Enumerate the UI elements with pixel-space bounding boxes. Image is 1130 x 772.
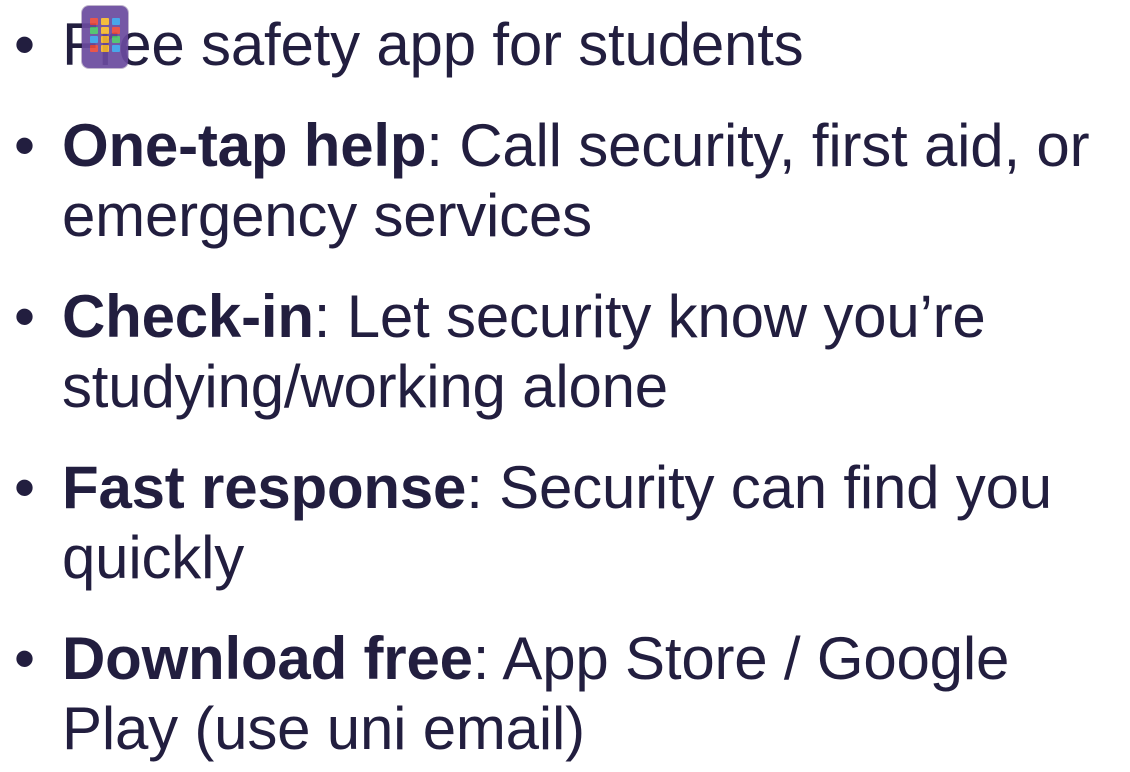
bullet-list: • Free safety app for students • One-tap… [0, 10, 1130, 764]
app-icon-tile [101, 27, 109, 34]
app-icon-tile [112, 18, 120, 25]
bullet-marker: • [14, 625, 35, 692]
bullet-heading: One-tap help [62, 112, 427, 179]
bullet-heading: Download free [62, 625, 473, 692]
bullet-item: • Download free: App Store / Google Play… [0, 624, 1130, 764]
app-icon-grid [90, 18, 120, 54]
bullet-marker: • [14, 112, 35, 179]
app-icon-tile [90, 36, 98, 43]
app-icon-tile [112, 27, 120, 34]
app-icon-tile [101, 18, 109, 25]
bullet-item: • Free safety app for students [0, 10, 1130, 80]
bullet-heading: Fast response [62, 454, 467, 521]
app-icon-tile [90, 27, 98, 34]
app-icon-tile [101, 45, 109, 52]
bullet-item: • Fast response: Security can find you q… [0, 453, 1130, 593]
app-icon-tile [101, 36, 109, 43]
bullet-item: • One-tap help: Call security, first aid… [0, 111, 1130, 251]
bullet-separator: : [472, 625, 503, 692]
app-launcher-icon[interactable] [82, 6, 128, 68]
bullet-marker: • [14, 454, 35, 521]
bullet-marker: • [14, 283, 35, 350]
app-icon-tile [112, 36, 120, 43]
bullet-separator: : [466, 454, 500, 521]
bullet-heading: Check-in [62, 283, 314, 350]
app-icon-tile [112, 45, 120, 52]
bullet-separator: : [313, 283, 347, 350]
bullet-item: • Check-in: Let security know you’re stu… [0, 282, 1130, 422]
bullet-separator: : [426, 112, 460, 179]
app-icon-tile [90, 45, 98, 52]
bullet-marker: • [14, 11, 35, 78]
bullet-text: Free safety app for students [62, 11, 804, 78]
app-icon-tile [90, 18, 98, 25]
